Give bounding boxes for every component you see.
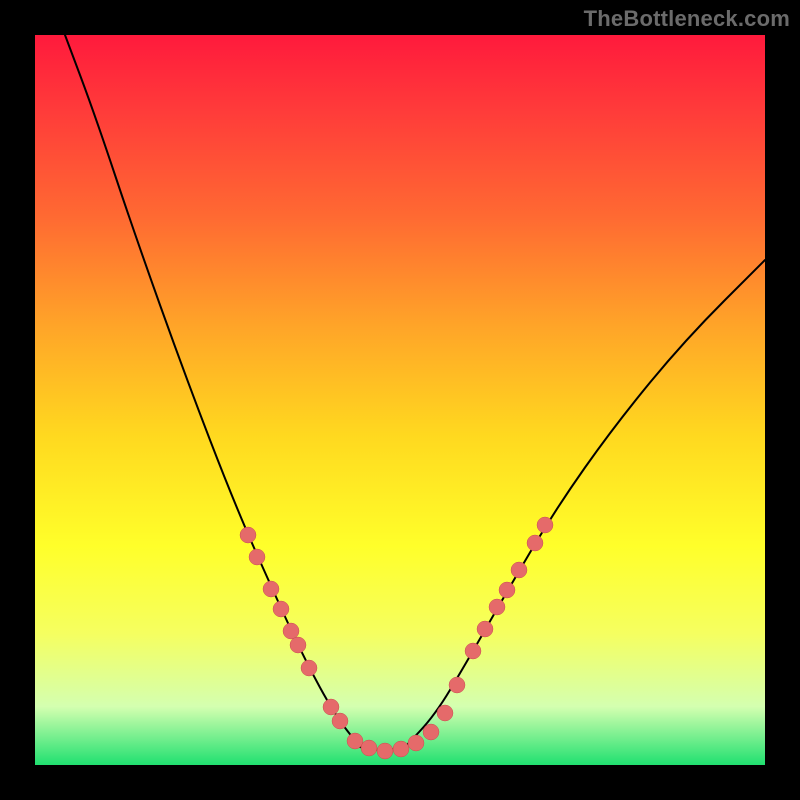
data-bead <box>273 601 289 617</box>
curve-right <box>405 260 765 747</box>
data-bead <box>537 517 553 533</box>
data-bead <box>283 623 299 639</box>
data-bead <box>290 637 306 653</box>
data-bead <box>377 743 393 759</box>
data-bead <box>332 713 348 729</box>
data-bead <box>393 741 409 757</box>
data-bead <box>499 582 515 598</box>
data-bead <box>465 643 481 659</box>
data-bead <box>408 735 424 751</box>
watermark-text: TheBottleneck.com <box>584 6 790 32</box>
chart-frame: TheBottleneck.com <box>0 0 800 800</box>
plot-area <box>35 35 765 765</box>
data-bead <box>511 562 527 578</box>
data-bead <box>477 621 493 637</box>
data-bead <box>347 733 363 749</box>
curve-left <box>65 35 360 747</box>
data-bead <box>527 535 543 551</box>
data-bead <box>240 527 256 543</box>
data-bead <box>361 740 377 756</box>
data-bead <box>323 699 339 715</box>
data-bead <box>489 599 505 615</box>
data-bead <box>449 677 465 693</box>
chart-svg <box>35 35 765 765</box>
bead-group <box>240 517 553 759</box>
data-bead <box>423 724 439 740</box>
data-bead <box>437 705 453 721</box>
data-bead <box>249 549 265 565</box>
data-bead <box>301 660 317 676</box>
data-bead <box>263 581 279 597</box>
